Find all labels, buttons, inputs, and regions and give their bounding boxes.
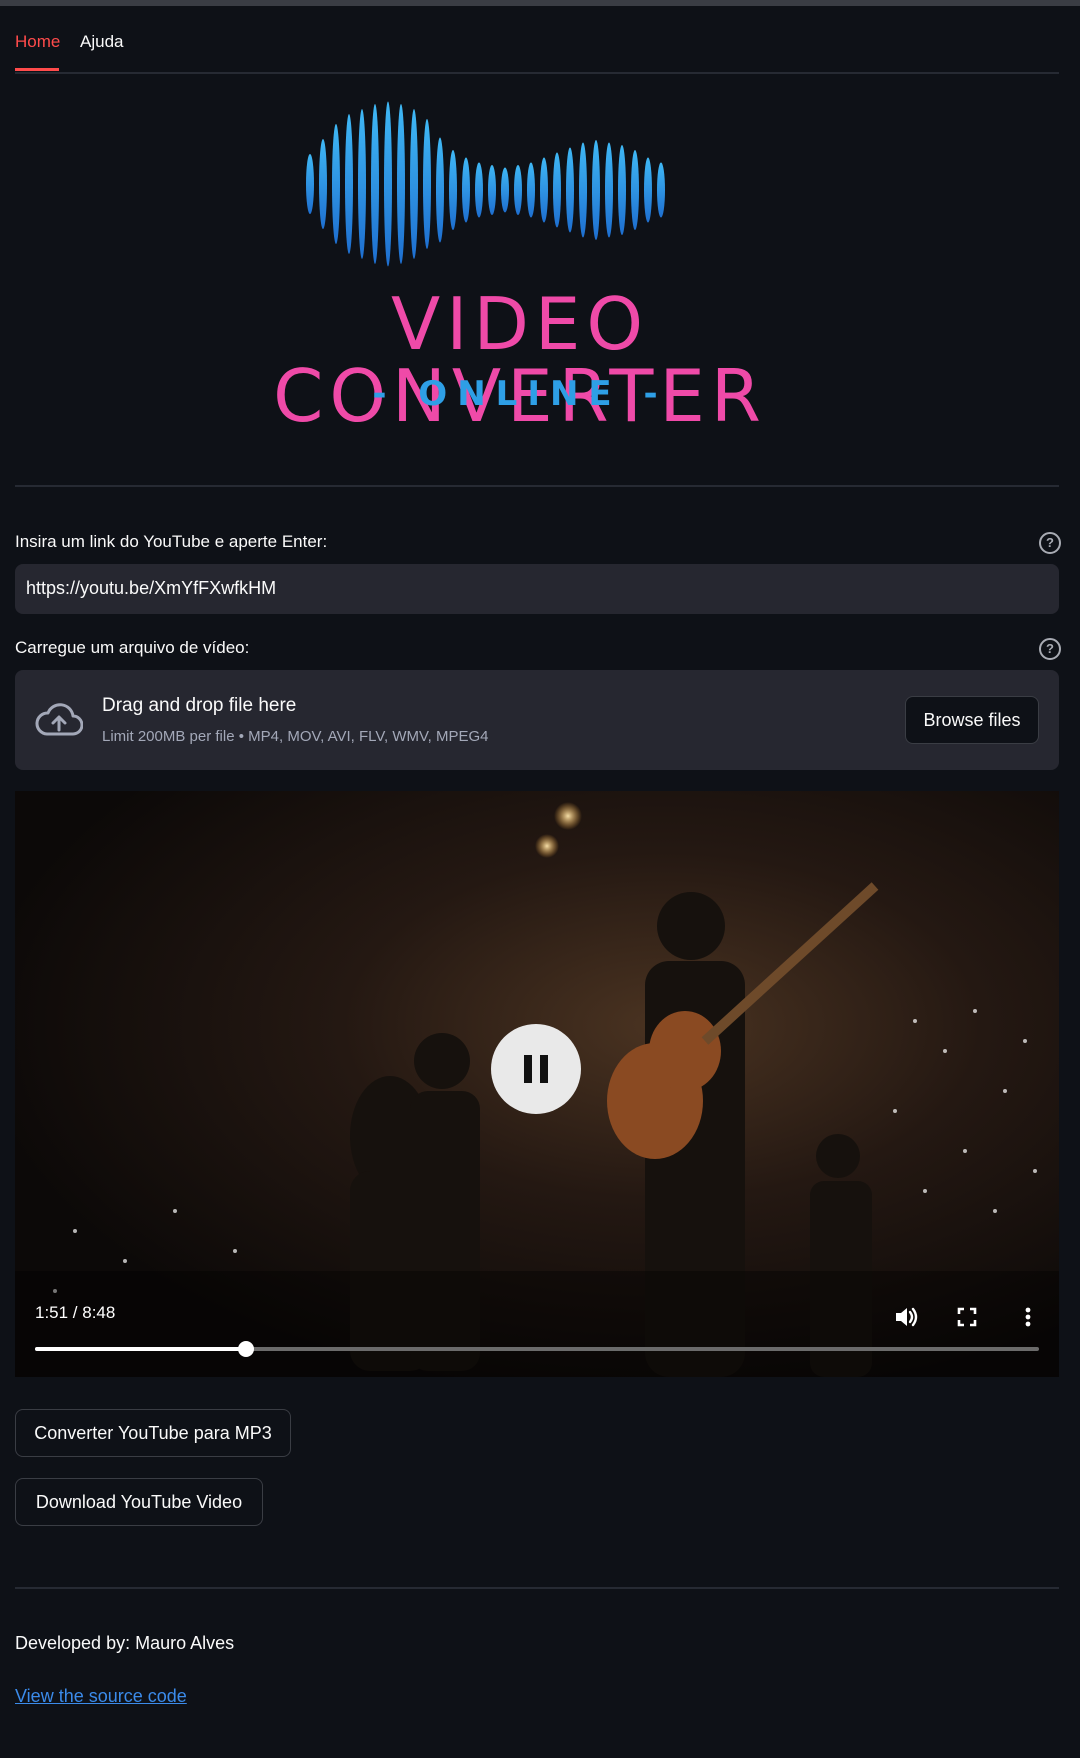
sound-wave-graphic: [306, 101, 665, 267]
pause-button[interactable]: [491, 1024, 581, 1114]
download-video-button[interactable]: Download YouTube Video: [15, 1478, 263, 1526]
video-player[interactable]: 1:51 / 8:48: [15, 791, 1059, 1377]
fullscreen-icon[interactable]: [953, 1303, 981, 1331]
source-code-link[interactable]: View the source code: [15, 1686, 187, 1707]
top-decoration-bar: [0, 0, 1080, 6]
tab-home[interactable]: Home: [15, 32, 60, 52]
convert-mp3-button[interactable]: Converter YouTube para MP3: [15, 1409, 291, 1457]
url-label: Insira um link do YouTube e aperte Enter…: [15, 532, 328, 551]
url-input-value: https://youtu.be/XmYfFXwfkHM: [26, 578, 277, 598]
dropzone-title: Drag and drop file here: [102, 695, 297, 716]
app-logo: VIDEO CONVERTER - ONLINE -: [200, 92, 840, 432]
logo-subtitle: - ONLINE -: [372, 374, 668, 414]
divider: [15, 485, 1059, 487]
question-circle-icon[interactable]: ?: [1039, 638, 1061, 660]
browse-files-button[interactable]: Browse files: [905, 696, 1039, 744]
question-circle-icon[interactable]: ?: [1039, 532, 1061, 554]
video-scrubber-handle[interactable]: [237, 1341, 254, 1357]
volume-icon[interactable]: [892, 1303, 920, 1331]
cloud-upload-icon: [35, 703, 83, 736]
video-progress-fill: [35, 1347, 246, 1351]
more-options-icon[interactable]: [1014, 1303, 1042, 1331]
tab-ajuda[interactable]: Ajuda: [80, 32, 123, 52]
file-dropzone[interactable]: Drag and drop file here Limit 200MB per …: [15, 670, 1059, 770]
tab-bar: Home Ajuda: [15, 26, 1059, 74]
video-time: 1:51 / 8:48: [35, 1303, 116, 1322]
upload-label: Carregue um arquivo de vídeo:: [15, 638, 250, 657]
developer-credit: Developed by: Mauro Alves: [15, 1633, 235, 1653]
dropzone-limit: Limit 200MB per file • MP4, MOV, AVI, FL…: [102, 728, 489, 745]
video-progress-bar[interactable]: [35, 1341, 1039, 1357]
youtube-url-input[interactable]: https://youtu.be/XmYfFXwfkHM: [15, 564, 1059, 614]
active-tab-indicator: [15, 68, 59, 71]
divider: [15, 1587, 1059, 1589]
